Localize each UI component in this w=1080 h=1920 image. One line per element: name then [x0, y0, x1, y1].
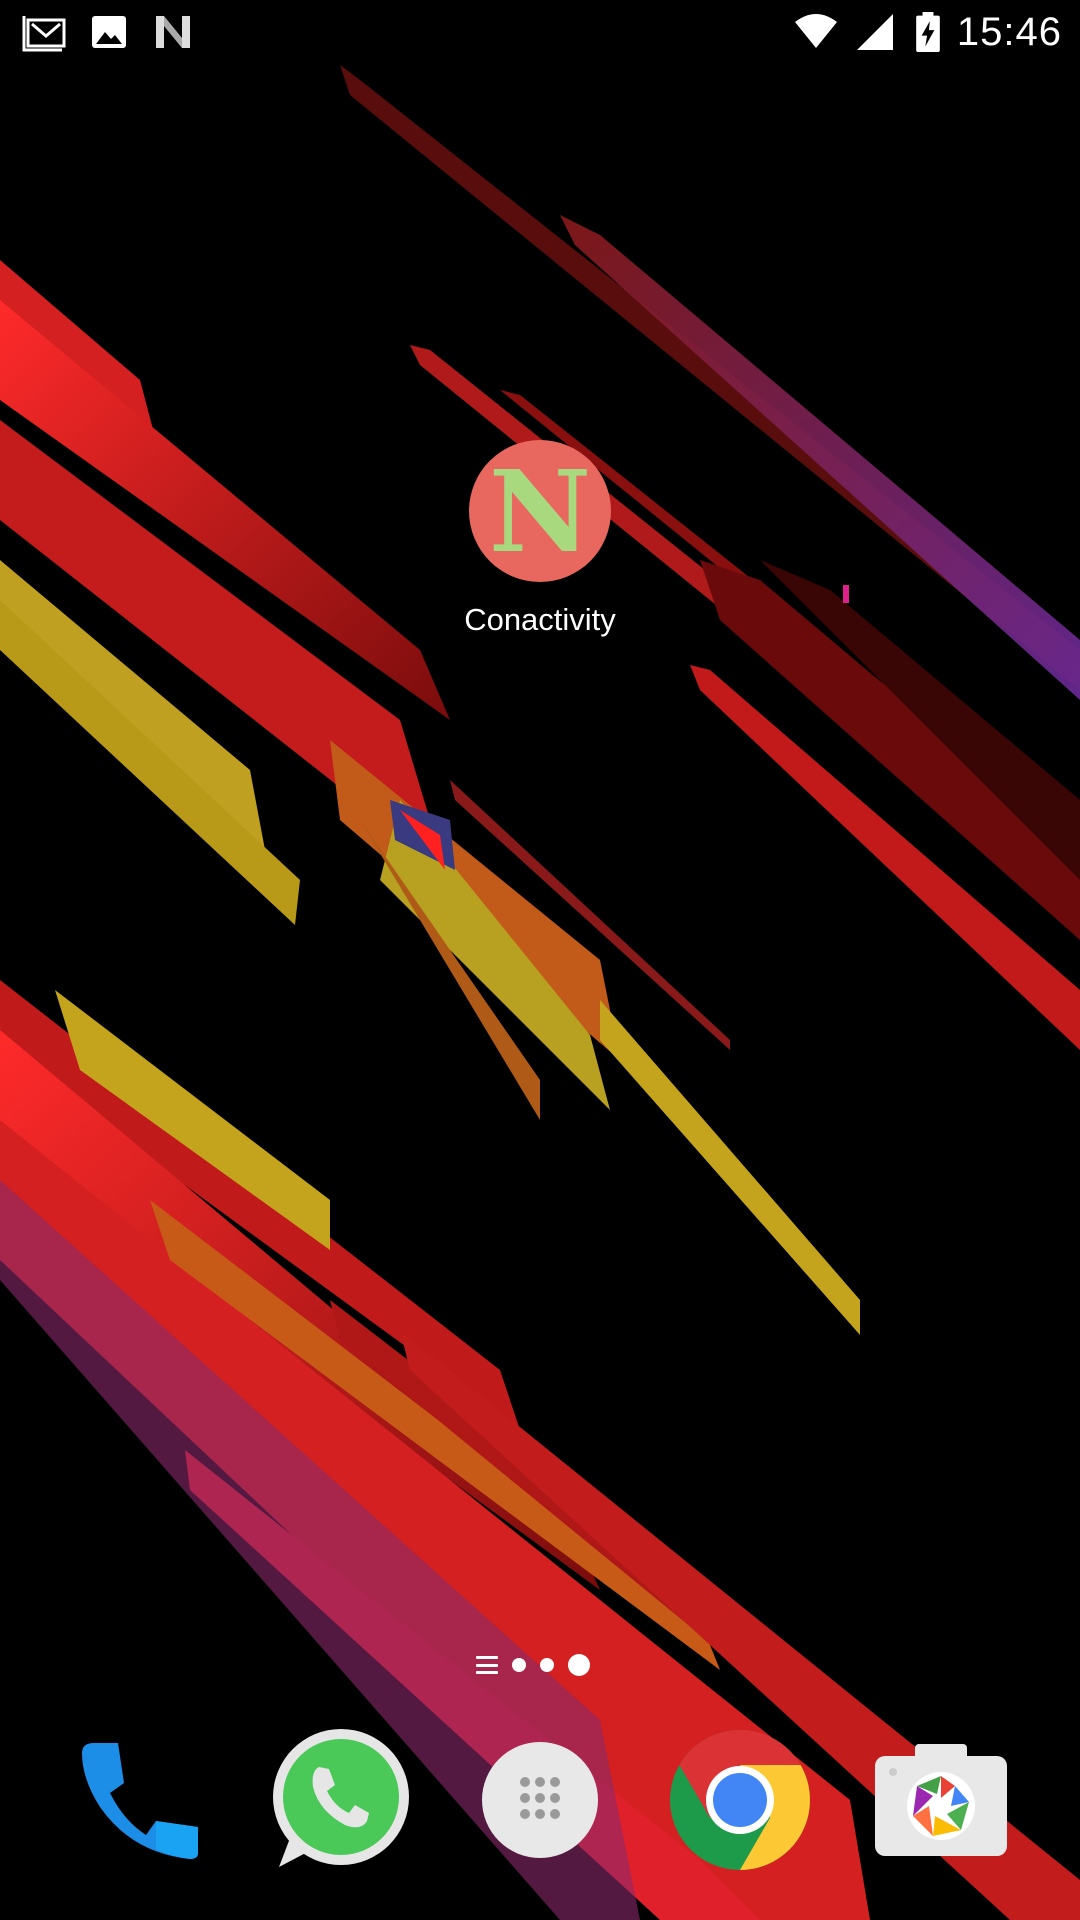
wifi-icon — [794, 14, 837, 48]
clock: 15:46 — [956, 9, 1062, 54]
page-dot-3-active[interactable] — [568, 1654, 590, 1676]
gallery-icon — [92, 16, 126, 48]
camera-icon — [875, 1744, 1007, 1856]
signal-icon — [856, 14, 893, 50]
app-shortcut-conactivity[interactable]: N Conactivity — [440, 440, 640, 638]
system-tray: 15:46 — [793, 10, 1062, 54]
phone-icon — [82, 1743, 198, 1859]
app-label: Conactivity — [464, 602, 616, 637]
chrome-icon — [670, 1730, 810, 1870]
app-drawer-icon — [482, 1742, 598, 1858]
dock-chrome-button[interactable] — [665, 1720, 815, 1880]
conactivity-app-icon: N — [469, 440, 611, 582]
battery-charging-icon — [916, 12, 940, 52]
dock — [0, 1720, 1080, 1880]
dock-camera-button[interactable] — [866, 1720, 1016, 1880]
page-indicator[interactable] — [476, 1650, 590, 1680]
dock-app-drawer-button[interactable] — [465, 1720, 615, 1880]
notification-area — [22, 10, 196, 54]
page-overview-menu-icon[interactable] — [476, 1656, 498, 1674]
dock-whatsapp-button[interactable] — [263, 1720, 413, 1880]
page-dot-1[interactable] — [512, 1658, 526, 1672]
app-icon-letter: N — [488, 447, 592, 578]
gmail-icon — [22, 16, 66, 52]
dock-phone-button[interactable] — [62, 1720, 212, 1880]
status-bar: 15:46 — [0, 0, 1080, 64]
nova-launcher-icon — [156, 16, 190, 48]
wallpaper — [0, 65, 1080, 1920]
page-dot-2[interactable] — [540, 1658, 554, 1672]
whatsapp-icon — [273, 1729, 409, 1867]
